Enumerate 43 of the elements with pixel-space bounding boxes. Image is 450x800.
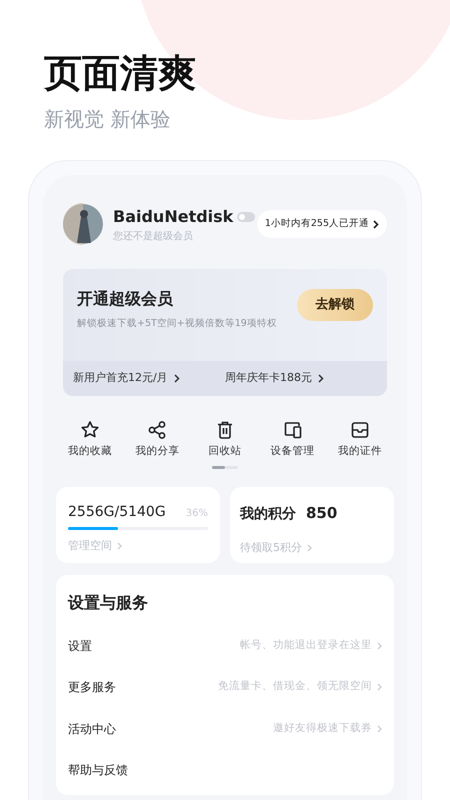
offer-link[interactable]: 周年庆年卡188元 [225, 370, 312, 387]
unlock-button[interactable]: 去解锁 [297, 289, 373, 321]
shortcut-label[interactable]: 我的分享 [135, 444, 180, 460]
promo-pill[interactable]: 1小时内有255人已开通 [256, 210, 387, 238]
shortcut-label[interactable]: 回收站 [208, 444, 242, 460]
vip-description: 解锁极速下载+5T空间+视频倍数等19项特权 [77, 317, 277, 331]
row-hint: 帐号、功能退出登录在这里 [240, 638, 372, 653]
chevron-icon [117, 542, 122, 550]
storage-usage: 2556G/5140G [68, 502, 166, 522]
services-title: 设置与服务 [68, 592, 149, 614]
chevron-icon [174, 374, 180, 383]
shortcut-label[interactable]: 我的收藏 [68, 444, 112, 460]
service-row[interactable]: 设置 帐号、功能退出登录在这里 [68, 624, 382, 666]
chevron-icon [377, 724, 382, 732]
chevron-icon [377, 683, 382, 691]
level-badge-icon [237, 212, 256, 222]
points-card[interactable]: 我的积分 850 待领取5积分 [230, 486, 394, 563]
row-hint: 免流量卡、借现金、领无限空间 [218, 679, 372, 694]
star-icon[interactable] [80, 420, 100, 440]
devices-icon[interactable] [282, 420, 303, 440]
vip-title: 开通超级会员 [77, 288, 174, 310]
chevron-icon [318, 374, 324, 383]
subheadline: 新视觉 新体验 [44, 106, 172, 133]
vip-card[interactable]: 开通超级会员 解锁极速下载+5T空间+视频倍数等19项特权 去解锁 新用户首充12元/月 周年庆年卡188元 [63, 269, 387, 396]
points-label: 我的积分 [240, 504, 296, 524]
shortcut-label[interactable]: 设备管理 [270, 444, 315, 460]
user-name: BaiduNetdisk [113, 206, 234, 228]
row-hint: 邀好友得极速下载券 [273, 720, 372, 736]
chevron-icon [307, 544, 312, 552]
id-card-icon[interactable] [350, 420, 370, 440]
points-value: 850 [306, 502, 338, 524]
service-row[interactable]: 活动中心 邀好友得极速下载券 [68, 708, 382, 750]
avatar[interactable] [63, 203, 103, 245]
chevron-icon [373, 220, 379, 228]
member-status: 您还不是超级会员 [113, 230, 194, 244]
offer-link[interactable]: 新用户首充12元/月 [73, 370, 168, 387]
headline: 页面清爽 [44, 50, 197, 96]
service-row[interactable]: 更多服务 免流量卡、借现金、领无限空间 [68, 666, 382, 708]
page-indicator [212, 466, 238, 469]
service-row[interactable]: 帮助与反馈 [68, 749, 382, 791]
shortcut-label[interactable]: 我的证件 [338, 444, 382, 460]
chevron-icon [377, 642, 382, 650]
share-icon[interactable] [147, 420, 168, 440]
